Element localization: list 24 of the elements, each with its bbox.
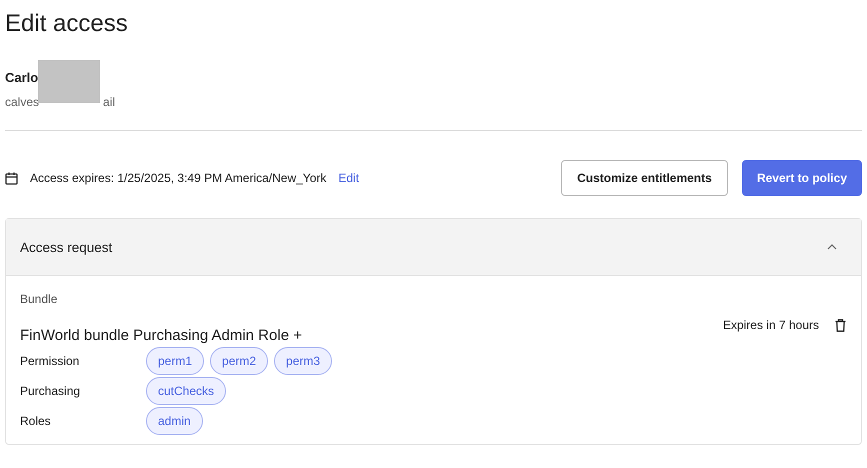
- page-title: Edit access: [5, 9, 129, 39]
- entitlement-tag: perm3: [274, 347, 332, 375]
- type-label: Bundle: [20, 292, 58, 306]
- entitlement-tag: admin: [146, 407, 203, 435]
- edit-link[interactable]: Edit: [338, 171, 360, 185]
- group-label: Permission: [20, 354, 80, 368]
- entitlement-tag: perm1: [146, 347, 204, 375]
- group-label: Roles: [20, 414, 52, 428]
- group-label: Purchasing: [20, 384, 82, 398]
- user-email: ail: [103, 94, 116, 110]
- customize-button[interactable]: Customize entitlements: [560, 160, 728, 196]
- user-email: calves: [5, 94, 40, 110]
- expiry-badge-text: Expires in 7 hours: [722, 318, 819, 332]
- revert-button[interactable]: Revert to policy: [742, 160, 862, 196]
- expiry-text: Access expires: 1/25/2025, 3:49 PM America/New_York: [30, 171, 326, 185]
- card-title: Access request: [20, 240, 112, 254]
- card-header[interactable]: Access request: [6, 219, 861, 276]
- calendar-icon: [5, 172, 18, 184]
- entitlement-tag: perm2: [210, 347, 268, 375]
- trash-icon[interactable]: [835, 318, 846, 332]
- chevron-icon[interactable]: [827, 244, 837, 250]
- user-name: Carlo: [5, 70, 40, 86]
- bundle-name: FinWorld bundle Purchasing Admin Role +: [20, 326, 302, 346]
- entitlement-tag: cutChecks: [146, 377, 226, 405]
